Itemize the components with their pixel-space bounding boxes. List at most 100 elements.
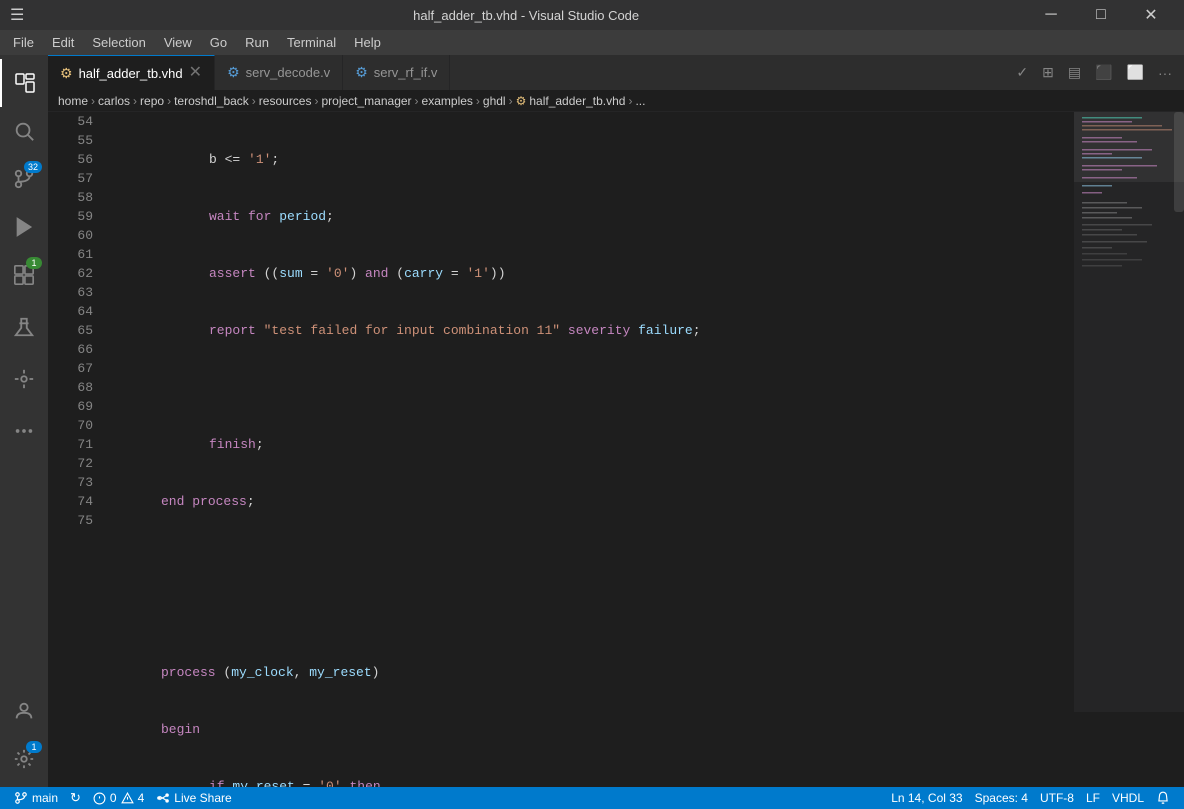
code-line-65: if my_reset = '0' then	[113, 777, 1074, 787]
menu-terminal[interactable]: Terminal	[279, 33, 344, 52]
warning-count: 4	[138, 791, 145, 805]
code-line-64: begin	[113, 720, 1074, 739]
more-actions-icon[interactable]: ···	[1154, 63, 1176, 83]
tab-label-serv-decode: serv_decode.v	[246, 65, 331, 80]
status-branch[interactable]: main	[8, 787, 64, 809]
title-bar: ☰ half_adder_tb.vhd - Visual Studio Code…	[0, 0, 1184, 30]
live-share-label: Live Share	[174, 791, 231, 805]
toggle-panel-icon[interactable]: ⬜	[1123, 62, 1148, 83]
run-debug-icon[interactable]	[0, 203, 48, 251]
tab-close-half-adder-tb[interactable]: ✕	[189, 65, 202, 81]
line-num-55: 55	[48, 131, 93, 150]
tab-half-adder-tb[interactable]: ⚙ half_adder_tb.vhd ✕	[48, 55, 215, 90]
breadcrumb-resources[interactable]: resources	[259, 94, 312, 108]
explorer-icon[interactable]	[0, 59, 48, 107]
line-num-59: 59	[48, 207, 93, 226]
teroshdl-icon[interactable]	[0, 355, 48, 403]
line-num-75: 75	[48, 511, 93, 530]
accounts-icon[interactable]	[0, 687, 48, 735]
menu-file[interactable]: File	[5, 33, 42, 52]
breadcrumb-carlos[interactable]: carlos	[98, 94, 130, 108]
line-num-68: 68	[48, 378, 93, 397]
editor-area: ⚙ half_adder_tb.vhd ✕ ⚙ serv_decode.v ⚙ …	[48, 55, 1184, 787]
line-num-67: 67	[48, 359, 93, 378]
menu-selection[interactable]: Selection	[84, 33, 153, 52]
status-language[interactable]: VHDL	[1106, 787, 1150, 809]
code-line-54: b <= '1';	[113, 150, 1074, 169]
menu-run[interactable]: Run	[237, 33, 277, 52]
source-control-badge: 32	[24, 161, 42, 173]
line-num-57: 57	[48, 169, 93, 188]
more-icon[interactable]	[0, 407, 48, 455]
line-num-61: 61	[48, 245, 93, 264]
status-live-share[interactable]: Live Share	[150, 787, 237, 809]
breadcrumb-teroshdl[interactable]: teroshdl_back	[174, 94, 249, 108]
code-line-58	[113, 378, 1074, 397]
tab-label-serv-rf-if: serv_rf_if.v	[374, 65, 438, 80]
split-editor-icon[interactable]: ⊞	[1038, 62, 1058, 83]
split-down-icon[interactable]: ⬛	[1091, 62, 1116, 83]
minimap[interactable]	[1074, 112, 1184, 787]
breadcrumb-project-manager[interactable]: project_manager	[321, 94, 411, 108]
tab-icon-vhd: ⚙	[60, 65, 73, 82]
menu-help[interactable]: Help	[346, 33, 389, 52]
status-spaces[interactable]: Spaces: 4	[969, 787, 1034, 809]
extensions-icon[interactable]: 1	[0, 251, 48, 299]
minimize-button[interactable]: ─	[1028, 0, 1074, 30]
menu-view[interactable]: View	[156, 33, 200, 52]
status-line-ending[interactable]: LF	[1080, 787, 1106, 809]
close-button[interactable]: ✕	[1128, 0, 1174, 30]
menu-go[interactable]: Go	[202, 33, 235, 52]
error-count: 0	[110, 791, 117, 805]
code-line-60: end process;	[113, 492, 1074, 511]
code-line-56: assert ((sum = '0') and (carry = '1'))	[113, 264, 1074, 283]
hamburger-icon[interactable]: ☰	[10, 5, 24, 25]
code-line-59: finish;	[113, 435, 1074, 454]
status-errors-warnings[interactable]: 0 4	[87, 787, 150, 809]
tab-label-half-adder-tb: half_adder_tb.vhd	[79, 66, 183, 81]
code-line-63: process (my_clock, my_reset)	[113, 663, 1074, 682]
status-encoding[interactable]: UTF-8	[1034, 787, 1080, 809]
activity-bar: 32 1 1	[0, 55, 48, 787]
tab-icon-serv-decode: ⚙	[227, 64, 240, 81]
status-sync[interactable]: ↻	[64, 787, 87, 809]
breadcrumb-examples[interactable]: examples	[422, 94, 473, 108]
error-icon	[93, 792, 106, 805]
line-num-73: 73	[48, 473, 93, 492]
status-position[interactable]: Ln 14, Col 33	[885, 787, 968, 809]
title-bar-left: ☰	[10, 5, 24, 25]
code-editor[interactable]: b <= '1'; wait for period; assert ((sum …	[103, 112, 1074, 787]
indent-spaces: Spaces: 4	[975, 791, 1028, 805]
settings-icon[interactable]: 1	[0, 735, 48, 783]
tab-serv-rf-if[interactable]: ⚙ serv_rf_if.v	[343, 55, 450, 90]
file-encoding: UTF-8	[1040, 791, 1074, 805]
source-control-icon[interactable]: 32	[0, 155, 48, 203]
line-numbers: 54 55 56 57 58 59 60 61 62 63 64 65 66 6…	[48, 112, 103, 787]
menu-edit[interactable]: Edit	[44, 33, 82, 52]
bell-icon	[1156, 791, 1170, 805]
tab-serv-decode[interactable]: ⚙ serv_decode.v	[215, 55, 343, 90]
editor[interactable]: 54 55 56 57 58 59 60 61 62 63 64 65 66 6…	[48, 112, 1184, 787]
line-num-56: 56	[48, 150, 93, 169]
maximize-button[interactable]: □	[1078, 0, 1124, 30]
breadcrumb-home[interactable]: home	[58, 94, 88, 108]
breadcrumb-file[interactable]: half_adder_tb.vhd	[529, 94, 625, 108]
breadcrumb-repo[interactable]: repo	[140, 94, 164, 108]
testing-icon[interactable]	[0, 303, 48, 351]
tab-icon-serv-rf-if: ⚙	[355, 64, 368, 81]
settings-badge: 1	[26, 741, 42, 753]
cursor-position: Ln 14, Col 33	[891, 791, 962, 805]
breadcrumb-more[interactable]: ...	[635, 94, 645, 108]
code-line-62	[113, 606, 1074, 625]
check-icon[interactable]: ✓	[1012, 62, 1032, 83]
code-line-61	[113, 549, 1074, 568]
breadcrumb: home › carlos › repo › teroshdl_back › r…	[48, 90, 1184, 112]
minimap-canvas	[1074, 112, 1184, 712]
line-num-64: 64	[48, 302, 93, 321]
line-num-72: 72	[48, 454, 93, 473]
status-notifications[interactable]	[1150, 787, 1176, 809]
breadcrumb-ghdl[interactable]: ghdl	[483, 94, 506, 108]
line-num-63: 63	[48, 283, 93, 302]
search-icon[interactable]	[0, 107, 48, 155]
editor-layout-icon[interactable]: ▤	[1064, 62, 1085, 83]
